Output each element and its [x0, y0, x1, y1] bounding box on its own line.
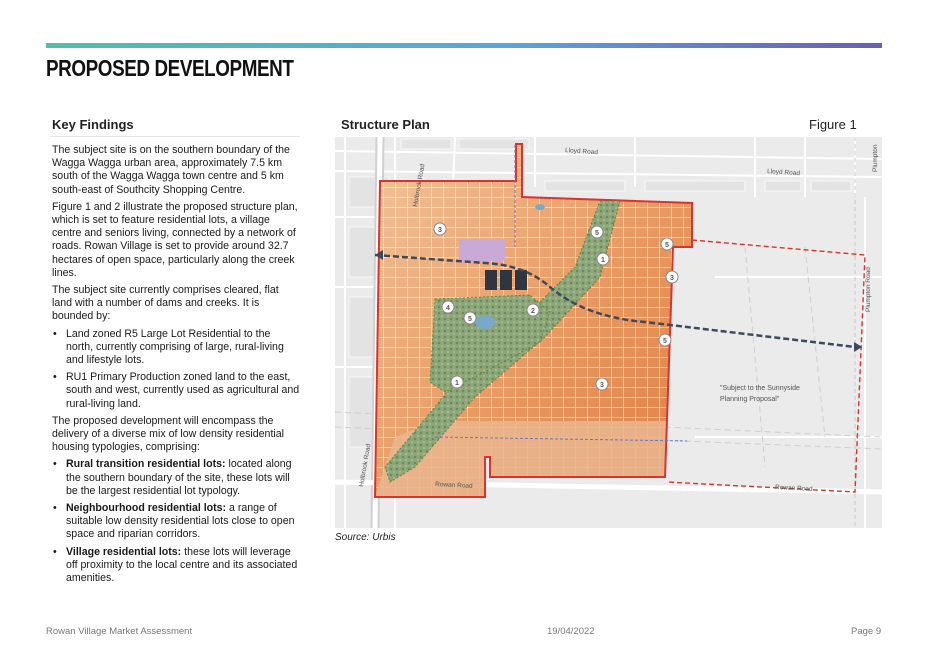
key-findings-divider	[50, 136, 300, 137]
key-findings-heading: Key Findings	[52, 117, 134, 132]
lot-typology-list: Rural transition residential lots: locat…	[52, 458, 300, 585]
map-marker: 1	[450, 375, 464, 389]
svg-text:2: 2	[531, 308, 535, 315]
paragraph-development: The proposed development will encompass …	[52, 414, 284, 454]
map-marker: 3	[595, 377, 609, 391]
figure-source: Source: Urbis	[335, 532, 396, 543]
svg-text:3: 3	[670, 275, 674, 282]
village-buildings	[485, 270, 497, 290]
plumpton-road-label: Plumpton	[872, 144, 879, 172]
svg-text:5: 5	[665, 242, 669, 249]
map-marker: 5	[660, 237, 674, 251]
figure-label: Figure 1	[809, 117, 857, 132]
map-marker: 5	[590, 225, 604, 239]
svg-text:3: 3	[600, 382, 604, 389]
map-marker: 5	[658, 333, 672, 347]
map-marker: 2	[526, 303, 540, 317]
map-marker: 1	[596, 252, 610, 266]
svg-text:5: 5	[468, 316, 472, 323]
list-item: RU1 Primary Production zoned land to the…	[52, 371, 300, 411]
list-item: Neighbourhood residential lots: a range …	[52, 502, 300, 542]
list-item-bold: Rural transition residential lots:	[66, 458, 226, 471]
svg-text:3: 3	[438, 227, 442, 234]
sunnyside-note: "Subject to the Sunnyside	[720, 385, 800, 392]
footer-date: 19/04/2022	[547, 626, 595, 637]
paragraph-site: The subject site currently comprises cle…	[52, 284, 279, 323]
key-findings-body: The subject site is on the southern boun…	[52, 144, 300, 589]
plumpton-road-label: Plumpton Road	[865, 267, 872, 312]
footer-page-number: Page 9	[851, 626, 882, 637]
map-marker: 4	[441, 300, 455, 314]
svg-text:5: 5	[663, 338, 667, 345]
paragraph-location: The subject site is on the southern boun…	[52, 144, 290, 196]
svg-text:4: 4	[446, 305, 450, 312]
page-title: PROPOSED DEVELOPMENT	[46, 55, 294, 81]
list-item: Rural transition residential lots: locat…	[52, 458, 300, 498]
map-marker: 3	[433, 222, 447, 236]
svg-text:5: 5	[595, 230, 599, 237]
list-item: Land zoned R5 Large Lot Residential to t…	[52, 328, 300, 368]
list-item-bold: Neighbourhood residential lots:	[66, 502, 227, 515]
svg-text:1: 1	[601, 257, 605, 264]
header-gradient-bar	[46, 43, 882, 48]
bounded-by-list: Land zoned R5 Large Lot Residential to t…	[52, 328, 300, 411]
sunnyside-note: Planning Proposal"	[720, 396, 780, 403]
structure-plan-map: Lloyd Road Lloyd Road Holbrook Road Holb…	[335, 137, 882, 528]
map-marker: 3	[665, 270, 679, 284]
pond	[475, 315, 495, 329]
footer-document-title: Rowan Village Market Assessment	[46, 626, 193, 637]
svg-text:1: 1	[455, 380, 459, 387]
paragraph-structure-plan: Figure 1 and 2 illustrate the proposed s…	[52, 200, 298, 279]
list-item: Village residential lots: these lots wil…	[52, 546, 300, 586]
village-centre	[459, 239, 505, 261]
structure-plan-heading: Structure Plan	[341, 117, 430, 132]
list-item-bold: Village residential lots:	[66, 545, 182, 558]
map-marker: 5	[463, 311, 477, 325]
